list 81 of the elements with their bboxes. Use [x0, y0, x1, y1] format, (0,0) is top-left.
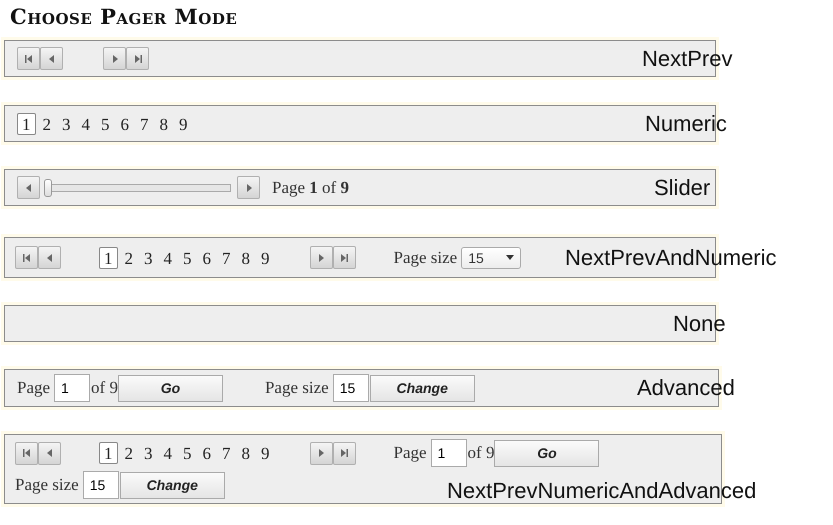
- page-size-dropdown[interactable]: 15: [461, 246, 522, 268]
- page-number-link[interactable]: 5: [178, 442, 196, 464]
- page-label: Page: [394, 443, 427, 463]
- last-page-icon: [339, 252, 349, 262]
- page-number-link[interactable]: 8: [154, 112, 173, 134]
- page-label: Page: [17, 378, 50, 398]
- page-number-link[interactable]: 2: [120, 246, 138, 268]
- page-size-input[interactable]: 15: [82, 471, 119, 499]
- change-button[interactable]: Change: [370, 374, 475, 402]
- page-number-link[interactable]: 1: [99, 442, 118, 464]
- last-page-icon: [339, 448, 349, 458]
- page-number-link[interactable]: 8: [236, 246, 255, 268]
- last-page-icon: [132, 54, 142, 64]
- first-page-icon: [22, 448, 32, 458]
- last-page-button[interactable]: [332, 442, 356, 464]
- prev-page-button[interactable]: [38, 246, 61, 269]
- mode-label: Numeric: [645, 110, 727, 136]
- first-page-button[interactable]: [15, 246, 38, 269]
- page-number-link[interactable]: 4: [158, 442, 177, 464]
- mode-label: NextPrev: [642, 46, 732, 72]
- change-button[interactable]: Change: [120, 472, 225, 498]
- next-page-button[interactable]: [310, 246, 332, 269]
- page-status: Page 1 of 9: [272, 178, 349, 198]
- page-number-link[interactable]: 3: [139, 246, 158, 268]
- mode-label: None: [673, 310, 726, 336]
- go-button[interactable]: Go: [118, 374, 223, 402]
- last-page-button[interactable]: [332, 246, 356, 269]
- triangle-right-icon: [316, 252, 326, 262]
- mode-label: Slider: [654, 174, 710, 200]
- slider[interactable]: [44, 178, 231, 196]
- page-number-link[interactable]: 1: [99, 246, 118, 268]
- page-number-link[interactable]: 7: [135, 112, 154, 134]
- triangle-left-icon: [44, 252, 54, 262]
- page-number-link[interactable]: 9: [256, 246, 274, 268]
- page-number-link[interactable]: 6: [198, 442, 216, 464]
- page-number-link[interactable]: 2: [38, 112, 56, 134]
- page-number-link[interactable]: 6: [198, 246, 216, 268]
- page-input[interactable]: 1: [430, 439, 467, 467]
- page-number-link[interactable]: 9: [174, 112, 192, 134]
- page-number-link[interactable]: 2: [120, 442, 138, 464]
- prev-page-button[interactable]: [17, 176, 40, 199]
- prev-page-button[interactable]: [38, 442, 61, 464]
- triangle-left-icon: [46, 54, 56, 64]
- page-number-link[interactable]: 8: [236, 442, 255, 464]
- page-number-link[interactable]: 7: [217, 246, 236, 268]
- triangle-left-icon: [24, 182, 34, 192]
- prev-page-button[interactable]: [40, 47, 63, 70]
- page-number-link[interactable]: 9: [256, 442, 274, 464]
- page-number-link[interactable]: 4: [158, 246, 177, 268]
- page-size-input[interactable]: 15: [332, 374, 369, 402]
- triangle-left-icon: [44, 448, 54, 458]
- page-count-text: of 9: [91, 378, 118, 398]
- mode-label: Advanced: [637, 375, 735, 401]
- first-page-icon: [24, 54, 34, 64]
- first-page-icon: [22, 252, 32, 262]
- page-input[interactable]: 1: [54, 374, 90, 402]
- page-number-link[interactable]: 6: [116, 112, 134, 134]
- last-page-button[interactable]: [126, 47, 149, 70]
- page-size-label: Page size: [394, 248, 458, 268]
- go-button[interactable]: Go: [494, 440, 600, 466]
- page-size-label: Page size: [264, 378, 329, 398]
- next-page-button[interactable]: [103, 47, 126, 70]
- page-title: Choose Pager Mode: [10, 4, 238, 30]
- first-page-button[interactable]: [17, 47, 40, 70]
- slider-thumb[interactable]: [44, 178, 52, 196]
- first-page-button[interactable]: [15, 442, 38, 464]
- page-count-text: of 9: [468, 443, 494, 463]
- caret-icon: [506, 255, 514, 260]
- page-number-link[interactable]: 3: [139, 442, 158, 464]
- next-page-button[interactable]: [310, 442, 332, 464]
- page-number-link[interactable]: 3: [57, 112, 76, 134]
- page-number-link[interactable]: 7: [217, 442, 236, 464]
- page-number-link[interactable]: 5: [178, 246, 196, 268]
- mode-label: NextPrevNumericAndAdvanced: [447, 478, 756, 504]
- page-number-link[interactable]: 4: [76, 112, 95, 134]
- page-size-label: Page size: [15, 475, 79, 495]
- page-number-link[interactable]: 1: [17, 112, 36, 134]
- mode-label: NextPrevAndNumeric: [565, 244, 777, 270]
- triangle-right-icon: [316, 448, 326, 458]
- page-number-link[interactable]: 5: [96, 112, 114, 134]
- next-page-button[interactable]: [237, 176, 260, 199]
